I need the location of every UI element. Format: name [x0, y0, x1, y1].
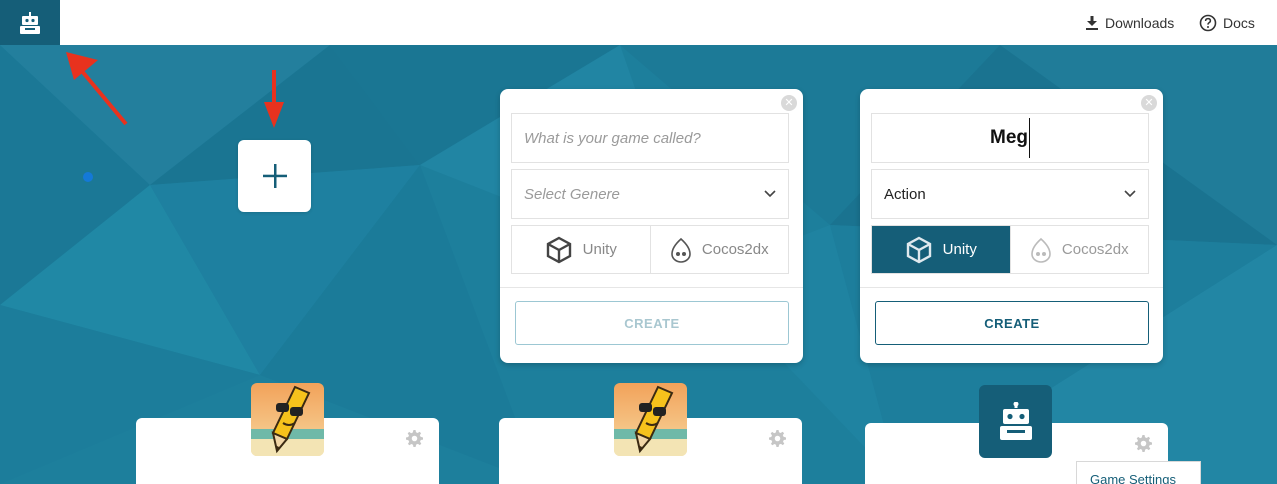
engine-option-cocos2dx[interactable]: Cocos2dx [1009, 226, 1149, 273]
create-button[interactable]: CREATE [515, 301, 789, 345]
pencil-sunglasses-app-icon [614, 383, 687, 456]
engine-label: Unity [942, 241, 977, 258]
engine-option-unity[interactable]: Unity [512, 226, 650, 273]
genre-select[interactable]: Action [871, 169, 1149, 219]
engine-label: Unity [582, 241, 617, 258]
robot-icon [999, 401, 1032, 440]
unity-logo-icon [906, 236, 931, 263]
genre-select[interactable]: Select Genere [511, 169, 789, 219]
game-thumbnail[interactable] [614, 383, 687, 456]
game-thumbnail[interactable] [251, 383, 324, 456]
gear-icon[interactable] [406, 430, 423, 447]
close-icon[interactable]: ✕ [1141, 95, 1157, 111]
gear-icon[interactable] [1135, 435, 1152, 452]
downloads-link[interactable]: Downloads [1085, 0, 1174, 45]
download-icon [1086, 15, 1098, 30]
top-nav-bar: Downloads Docs [0, 0, 1277, 45]
cocos-logo-icon [671, 237, 691, 263]
annotation-arrow-icon [66, 52, 128, 126]
close-icon[interactable]: ✕ [781, 95, 797, 111]
game-name-input[interactable] [512, 114, 788, 162]
new-game-button[interactable] [238, 140, 311, 212]
annotation-arrow-icon [264, 70, 284, 128]
engine-toggle: Unity Cocos2dx [511, 225, 789, 274]
downloads-label: Downloads [1105, 14, 1175, 31]
chevron-down-icon [764, 190, 776, 198]
genre-value: Action [884, 185, 926, 203]
engine-label: Cocos2dx [1061, 241, 1129, 258]
robot-icon [20, 11, 40, 34]
divider [500, 287, 803, 288]
docs-label: Docs [1223, 14, 1255, 31]
docs-link[interactable]: Docs [1199, 0, 1255, 45]
divider [860, 287, 1163, 288]
genre-placeholder: Select Genere [524, 185, 620, 203]
gear-icon[interactable] [769, 430, 786, 447]
create-game-card: ✕ Select Genere Unity Cocos2dx [500, 89, 803, 363]
game-name-value: Meg [990, 127, 1028, 148]
text-caret [1029, 118, 1030, 158]
help-circle-icon [1199, 14, 1217, 31]
game-thumbnail[interactable] [979, 385, 1052, 458]
create-game-card: ✕ Meg Action Unity Cocos2dx CREATE [860, 89, 1163, 363]
plus-icon [262, 164, 287, 188]
game-name-input[interactable]: Meg [872, 114, 1148, 162]
create-button[interactable]: CREATE [875, 301, 1149, 345]
game-name-field[interactable] [511, 113, 789, 163]
pencil-sunglasses-app-icon [251, 383, 324, 456]
unity-logo-icon [546, 236, 571, 263]
home-logo-button[interactable] [0, 0, 60, 45]
engine-label: Cocos2dx [701, 241, 769, 258]
engine-option-unity[interactable]: Unity [872, 226, 1010, 273]
engine-option-cocos2dx[interactable]: Cocos2dx [649, 226, 789, 273]
chevron-down-icon [1124, 190, 1136, 198]
menu-item-game-settings[interactable]: Game Settings [1090, 472, 1176, 484]
engine-toggle: Unity Cocos2dx [871, 225, 1149, 274]
cursor-marker-dot [83, 172, 93, 182]
cocos-logo-icon [1031, 237, 1051, 263]
game-name-field[interactable]: Meg [871, 113, 1149, 163]
game-context-menu: Game Settings [1076, 461, 1201, 484]
